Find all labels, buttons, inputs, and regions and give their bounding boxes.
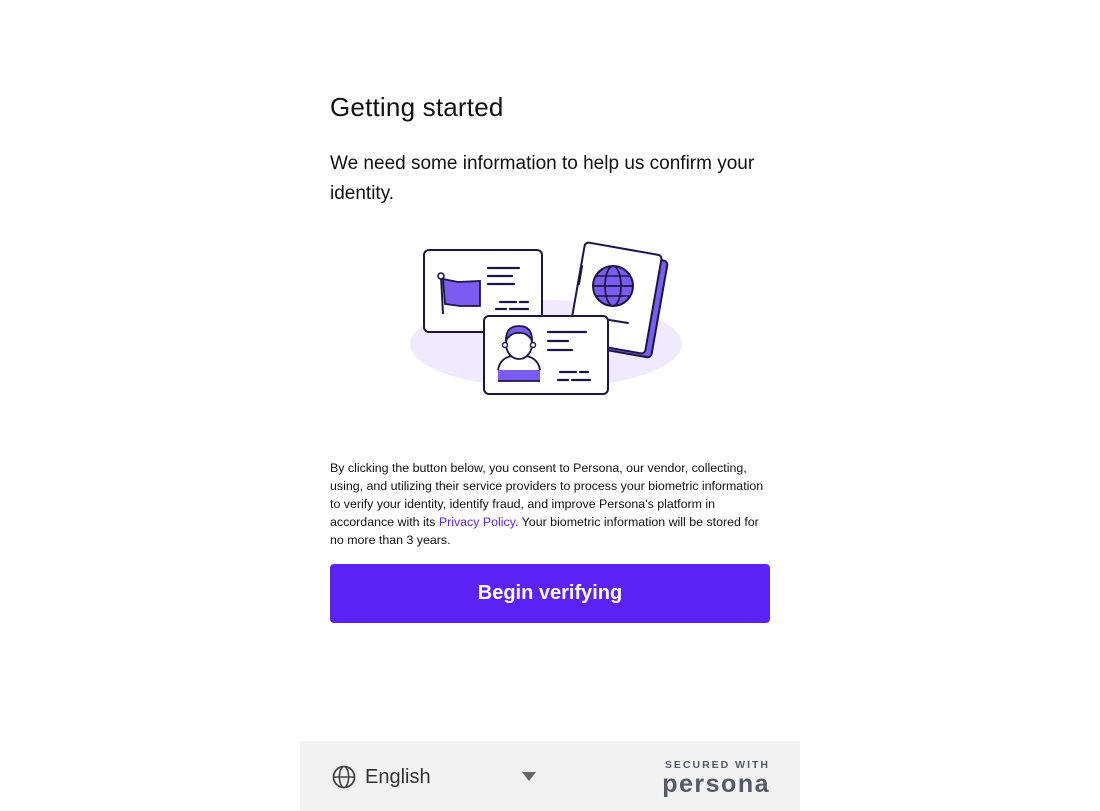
verification-panel: Getting started We need some information… [300,0,800,811]
biometric-consent-text: By clicking the button below, you consen… [330,459,770,549]
privacy-policy-link[interactable]: Privacy Policy [439,515,515,529]
language-selector[interactable]: English [332,763,542,791]
page-title: Getting started [330,92,504,122]
persona-logo: persona [662,770,770,798]
id-documents-illustration [410,241,682,395]
selected-language: English [365,765,431,788]
begin-verifying-button[interactable]: Begin verifying [330,564,770,623]
globe-icon [332,765,356,789]
footer-bar: English SECURED WITH persona [300,741,800,811]
chevron-down-icon [522,772,536,781]
secured-with-persona-badge: SECURED WITH persona [662,759,770,798]
page-subtitle: We need some information to help us conf… [330,153,755,204]
photo-id-card [483,315,609,395]
